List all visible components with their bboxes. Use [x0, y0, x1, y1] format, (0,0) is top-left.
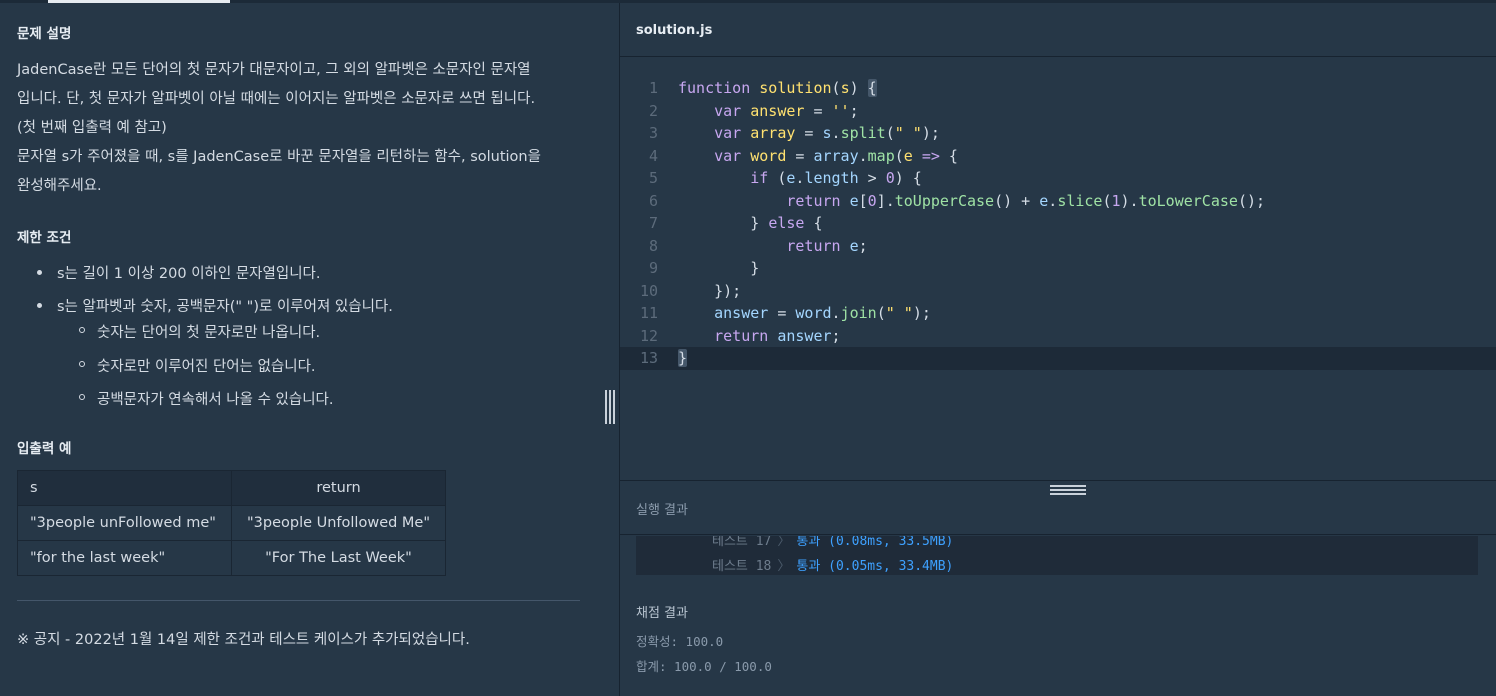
constraints-list: s는 길이 1 이상 200 이하인 문자열입니다. s는 알파벳과 숫자, 공… [17, 262, 393, 316]
table-cell: "For The Last Week" [231, 540, 446, 576]
chevron-right-icon: 〉 [777, 536, 791, 549]
sub-constraints-list: 숫자는 단어의 첫 문자로만 나옵니다. 숫자로만 이루어진 단어는 없습니다.… [57, 321, 333, 422]
chevron-right-icon: 〉 [777, 559, 791, 574]
line-number: 1 [648, 79, 658, 97]
grading-heading: 채점 결과 [636, 606, 688, 621]
result-label: 테스트 18 [712, 559, 772, 574]
code-line-current[interactable]: 13} [620, 347, 1496, 370]
line-number: 9 [648, 259, 658, 277]
table-row: "for the last week" "For The Last Week" [17, 540, 446, 576]
line-number: 7 [648, 214, 658, 232]
resize-handle-icon[interactable] [1050, 485, 1086, 495]
line-number: 6 [648, 191, 658, 210]
line-number: 3 [648, 124, 658, 142]
line-number: 11 [639, 304, 658, 322]
constraints-heading: 제한 조건 [17, 230, 72, 246]
line-number: 8 [648, 236, 658, 255]
splitter-grip-icon[interactable] [605, 390, 615, 424]
problem-panel: 문제 설명 JadenCase란 모든 단어의 첫 문자가 대문자이고, 그 외… [0, 3, 619, 696]
description-text: JadenCase란 모든 단어의 첫 문자가 대문자이고, 그 외의 알파벳은… [17, 56, 592, 201]
line-number: 10 [639, 281, 658, 300]
code-line[interactable]: 5 if (e.length > 0) { [620, 167, 1496, 190]
sub-constraint-item: 숫자로만 이루어진 단어는 없습니다. [57, 355, 333, 389]
line-number: 13 [639, 349, 658, 367]
code-line[interactable]: 11 answer = word.join(" "); [620, 302, 1496, 325]
line-number: 5 [648, 169, 658, 187]
code-line[interactable]: 10 }); [620, 280, 1496, 303]
code-line[interactable]: 2 var answer = ''; [620, 100, 1496, 123]
code-line[interactable]: 6 return e[0].toUpperCase() + e.slice(1)… [620, 190, 1496, 213]
results-divider [620, 480, 1496, 481]
result-label: 테스트 17 [712, 536, 772, 549]
table-cell: "3people unFollowed me" [17, 505, 232, 541]
line-number: 4 [648, 146, 658, 165]
code-line[interactable]: 8 return e; [620, 235, 1496, 258]
accuracy-text: 정확성: 100.0 [636, 634, 724, 649]
description-line: (첫 번째 입출력 예 참고) [17, 120, 167, 136]
editor-tab-bar: solution.js [620, 3, 1496, 57]
description-heading: 문제 설명 [17, 26, 72, 42]
results-log[interactable]: 테스트 17 〉 통과 (0.08ms, 33.5MB) 테스트 18 〉 통과 (0.… [636, 536, 1478, 575]
results-heading: 실행 결과 [636, 503, 688, 518]
file-tab[interactable]: solution.js [636, 23, 712, 38]
examples-table: s return "3people unFollowed me" "3peopl… [17, 470, 446, 576]
examples-heading: 입출력 예 [17, 441, 72, 457]
code-editor[interactable]: 1 function solution(s) { 2 var answer = '… [620, 57, 1496, 481]
divider [17, 600, 580, 601]
description-line: 완성해주세요. [17, 178, 102, 194]
code-line[interactable]: 7 } else { [620, 212, 1496, 235]
notice-text: ※ 공지 - 2022년 1월 14일 제한 조건과 테스트 케이스가 추가되었… [17, 632, 470, 648]
line-number: 2 [648, 101, 658, 120]
result-status: 통과 (0.05ms, 33.4MB) [796, 559, 954, 574]
code-line[interactable]: 1 function solution(s) { [620, 77, 1496, 100]
table-header: s [17, 470, 232, 506]
line-number: 12 [639, 326, 658, 345]
table-header-row: s return [17, 470, 446, 506]
result-row: 테스트 17 〉 통과 (0.08ms, 33.5MB) [712, 536, 953, 549]
constraint-item: s는 알파벳과 숫자, 공백문자(" ")로 이루어져 있습니다. [17, 295, 393, 316]
description-line: JadenCase란 모든 단어의 첫 문자가 대문자이고, 그 외의 알파벳은… [17, 62, 531, 78]
code-line[interactable]: 3 var array = s.split(" "); [620, 122, 1496, 145]
description-line: 문자열 s가 주어졌을 때, s를 JadenCase로 바꾼 문자열을 리턴하… [17, 149, 541, 165]
results-separator [620, 534, 1496, 535]
code-line[interactable]: 12 return answer; [620, 325, 1496, 348]
table-header: return [231, 470, 446, 506]
table-cell: "3people Unfollowed Me" [231, 505, 446, 541]
result-row: 테스트 18 〉 통과 (0.05ms, 33.4MB) [712, 555, 953, 574]
total-text: 합계: 100.0 / 100.0 [636, 659, 772, 674]
sub-constraint-item: 숫자는 단어의 첫 문자로만 나옵니다. [57, 321, 333, 355]
table-row: "3people unFollowed me" "3people Unfollo… [17, 505, 446, 541]
description-line: 입니다. 단, 첫 문자가 알파벳이 아닐 때에는 이어지는 알파벳은 소문자로… [17, 91, 536, 107]
code-line[interactable]: 9 } [620, 257, 1496, 280]
code-line[interactable]: 4 var word = array.map(e => { [620, 145, 1496, 168]
table-cell: "for the last week" [17, 540, 232, 576]
editor-panel: solution.js 1 function solution(s) { 2 va… [620, 3, 1496, 696]
sub-constraint-item: 공백문자가 연속해서 나올 수 있습니다. [57, 388, 333, 422]
constraint-item: s는 길이 1 이상 200 이하인 문자열입니다. [17, 262, 393, 295]
result-status: 통과 (0.08ms, 33.5MB) [796, 536, 954, 549]
